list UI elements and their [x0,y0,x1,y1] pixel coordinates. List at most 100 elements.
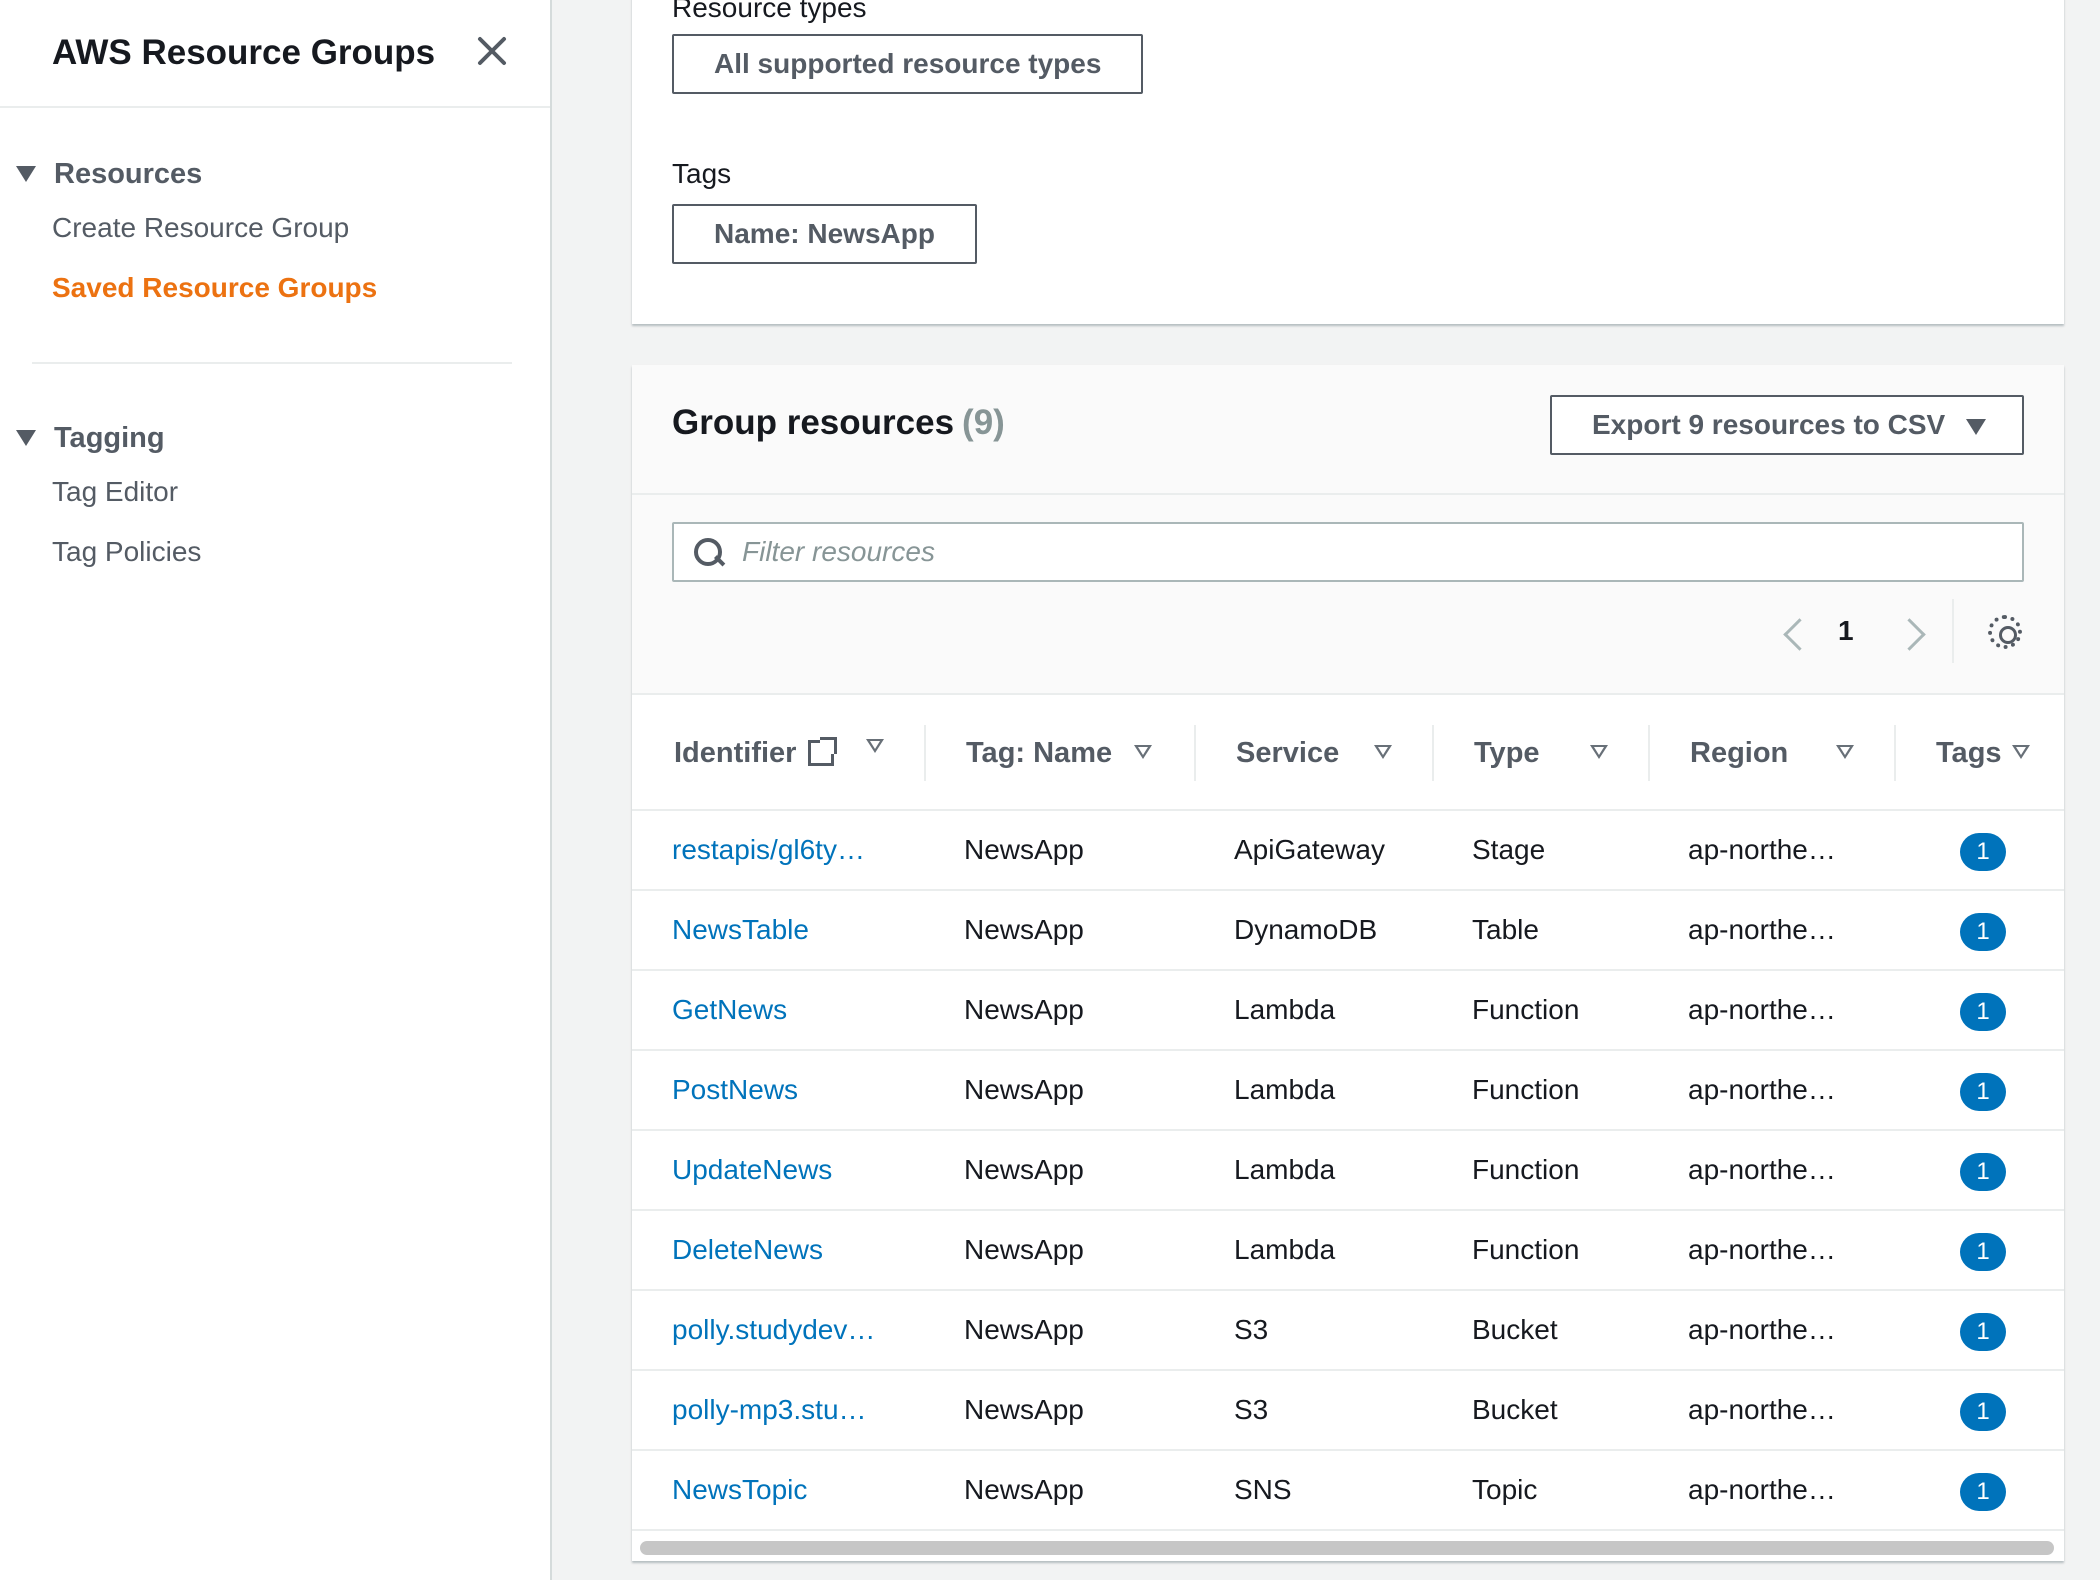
resource-region: ap-northe… [1688,1314,1836,1345]
sidebar-item-create-resource-group[interactable]: Create Resource Group [0,198,552,258]
group-resources-title: Group resources (9) [672,403,1005,443]
resource-identifier-link[interactable]: GetNews [672,971,787,1049]
tags-count-badge[interactable]: 1 [1960,1473,2006,1511]
filter-resources-input[interactable] [742,524,2002,580]
sort-caret-icon[interactable] [1836,745,1854,759]
sidebar-divider [32,362,512,364]
resource-region: ap-northe… [1688,914,1836,945]
resource-identifier-link[interactable]: polly.studydev… [672,1291,875,1369]
chevron-right-icon[interactable] [1894,607,1934,663]
resource-identifier-link[interactable]: NewsTopic [672,1451,807,1529]
column-separator [1194,725,1196,781]
sidebar-section-toggle-resources[interactable]: Resources [0,152,552,196]
tags-count-badge[interactable]: 1 [1960,1393,2006,1431]
caret-down-icon [16,166,36,182]
caret-down-icon [16,430,36,446]
table-row: DeleteNews NewsApp Lambda Function ap-no… [632,1211,2064,1291]
column-separator [1648,725,1650,781]
resource-tag-name: NewsApp [964,994,1084,1025]
table-row: polly-mp3.stu… NewsApp S3 Bucket ap-nort… [632,1371,2064,1451]
resource-service: SNS [1234,1474,1292,1505]
gear-icon[interactable] [1988,615,2022,649]
resource-service: ApiGateway [1234,834,1385,865]
page-number[interactable]: 1 [1838,615,1854,647]
filter-toolbar: 1 [632,495,2064,695]
tags-count-badge[interactable]: 1 [1960,1073,2006,1111]
sidebar-header: AWS Resource Groups [0,0,550,108]
column-header-service[interactable]: Service [1236,695,1339,811]
column-separator [1894,725,1896,781]
resource-region: ap-northe… [1688,834,1836,865]
resource-region: ap-northe… [1688,994,1836,1025]
resource-service: Lambda [1234,1234,1336,1265]
resource-service: Lambda [1234,994,1336,1025]
resource-identifier-link[interactable]: UpdateNews [672,1131,832,1209]
export-csv-button[interactable]: Export 9 resources to CSV [1550,395,2024,455]
filter-box [672,522,2024,582]
column-header-label: Identifier [674,736,797,769]
resource-region: ap-northe… [1688,1154,1836,1185]
resource-type: Function [1472,1074,1580,1105]
column-header-region[interactable]: Region [1690,695,1788,811]
resource-tag-name: NewsApp [964,1394,1084,1425]
tags-count-badge[interactable]: 1 [1960,1233,2006,1271]
resource-identifier-link[interactable]: polly-mp3.stu… [672,1371,867,1449]
sort-caret-icon[interactable] [1590,745,1608,759]
table-row: polly.studydev… NewsApp S3 Bucket ap-nor… [632,1291,2064,1371]
sort-caret-icon[interactable] [1134,745,1152,759]
resource-type: Bucket [1472,1314,1558,1345]
resource-tag-name: NewsApp [964,1314,1084,1345]
tags-count-badge[interactable]: 1 [1960,1153,2006,1191]
tags-count-badge[interactable]: 1 [1960,913,2006,951]
resource-service: Lambda [1234,1074,1336,1105]
sidebar-section-toggle-tagging[interactable]: Tagging [0,416,552,460]
sidebar-section-label: Resources [54,157,203,190]
resource-region: ap-northe… [1688,1474,1836,1505]
sidebar-item-tag-policies[interactable]: Tag Policies [0,522,552,582]
tags-count-badge[interactable]: 1 [1960,833,2006,871]
table-row: restapis/gl6ty… NewsApp ApiGateway Stage… [632,811,2064,891]
resource-type: Topic [1472,1474,1538,1505]
sidebar-item-saved-resource-groups[interactable]: Saved Resource Groups [0,258,552,318]
group-query-panel: Resource types All supported resource ty… [632,0,2064,324]
sort-caret-icon[interactable] [866,739,884,753]
resource-types-token[interactable]: All supported resource types [672,34,1144,94]
resource-tag-name: NewsApp [964,1074,1084,1105]
table-row: PostNews NewsApp Lambda Function ap-nort… [632,1051,2064,1131]
resources-table: Identifier Tag: Name Service Type Region [632,695,2064,1531]
sidebar-title: AWS Resource Groups [52,33,436,72]
export-csv-label: Export 9 resources to CSV [1592,409,1946,440]
column-header-identifier[interactable]: Identifier [674,695,838,811]
resource-identifier-link[interactable]: restapis/gl6ty… [672,811,865,889]
resource-region: ap-northe… [1688,1234,1836,1265]
resource-tag-name: NewsApp [964,914,1084,945]
tag-token[interactable]: Name: NewsApp [672,204,977,264]
resource-type: Function [1472,994,1580,1025]
sort-caret-icon[interactable] [2012,745,2030,759]
table-row: UpdateNews NewsApp Lambda Function ap-no… [632,1131,2064,1211]
resource-types-label: Resource types [672,0,867,23]
resource-service: S3 [1234,1394,1269,1425]
resource-service: DynamoDB [1234,914,1378,945]
column-header-type[interactable]: Type [1474,695,1540,811]
pager-divider [1952,599,1954,663]
column-separator [1432,725,1434,781]
resource-identifier-link[interactable]: NewsTable [672,891,809,969]
chevron-left-icon[interactable] [1772,607,1812,663]
sidebar: AWS Resource Groups Resources Create Res… [0,0,552,1580]
resource-tag-name: NewsApp [964,834,1084,865]
resource-identifier-link[interactable]: PostNews [672,1051,798,1129]
tags-count-badge[interactable]: 1 [1960,993,2006,1031]
table-row: NewsTopic NewsApp SNS Topic ap-northe… 1 [632,1451,2064,1531]
sidebar-item-tag-editor[interactable]: Tag Editor [0,462,552,522]
column-header-label: Type [1474,736,1540,769]
tags-count-badge[interactable]: 1 [1960,1313,2006,1351]
column-header-tag-name[interactable]: Tag: Name [966,695,1112,811]
resource-identifier-link[interactable]: DeleteNews [672,1211,823,1289]
column-header-tags[interactable]: Tags [1936,695,2002,811]
search-icon [694,538,724,568]
resource-type: Stage [1472,834,1546,865]
horizontal-scrollbar[interactable] [640,1541,2054,1555]
sort-caret-icon[interactable] [1374,745,1392,759]
close-icon[interactable] [472,30,512,70]
